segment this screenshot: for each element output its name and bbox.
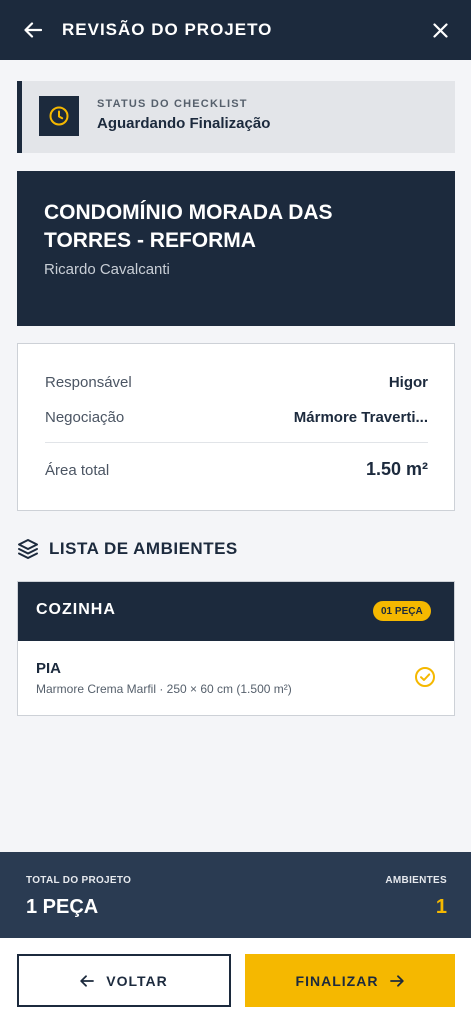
project-summary-bar: TOTAL DO PROJETO 1 PEÇA AMBIENTES 1 xyxy=(0,852,471,938)
client-name: Ricardo Cavalcanti xyxy=(44,261,170,278)
responsavel-row: Responsável Higor xyxy=(45,374,428,391)
piece-count-badge: 01 PEÇA xyxy=(373,601,431,621)
page-title: REVISÃO DO PROJETO xyxy=(62,20,273,39)
total-label: TOTAL DO PROJETO xyxy=(26,875,132,886)
piece-description: Marmore Crema Marfil · 250 × 60 cm (1.50… xyxy=(36,682,292,696)
check-circle-icon xyxy=(415,667,435,687)
project-name: CONDOMÍNIO MORADA DAS TORRES - REFORMA xyxy=(44,201,333,252)
total-value: 1 PEÇA xyxy=(26,896,99,918)
finish-button[interactable]: FINALIZAR xyxy=(245,954,455,1007)
rooms-section-header: LISTA DE AMBIENTES xyxy=(17,538,238,560)
status-value: Aguardando Finalização xyxy=(97,115,271,132)
room-card[interactable]: COZINHA 01 PEÇA PIA Marmore Crema Marfil… xyxy=(17,581,455,716)
checklist-status-card: STATUS DO CHECKLIST Aguardando Finalizaç… xyxy=(17,81,455,153)
back-action-button[interactable]: VOLTAR xyxy=(17,954,231,1007)
negociacao-row: Negociação Mármore Traverti... xyxy=(45,409,428,426)
rooms-count-label: AMBIENTES xyxy=(385,875,447,886)
clock-icon xyxy=(39,96,79,136)
negociacao-label: Negociação xyxy=(45,409,125,426)
negociacao-value: Mármore Traverti... xyxy=(293,409,428,426)
action-footer: VOLTAR FINALIZAR xyxy=(0,938,471,1024)
room-header: COZINHA 01 PEÇA xyxy=(18,582,454,641)
project-details-card: Responsável Higor Negociação Mármore Tra… xyxy=(17,343,455,511)
layers-icon xyxy=(18,539,38,559)
close-button[interactable] xyxy=(428,17,452,43)
back-button[interactable] xyxy=(20,17,46,43)
piece-name: PIA xyxy=(36,660,62,677)
rooms-count-value: 1 xyxy=(435,896,447,918)
responsavel-label: Responsável xyxy=(45,374,132,391)
responsavel-value: Higor xyxy=(388,374,428,391)
arrow-right-icon xyxy=(390,974,405,987)
room-name: COZINHA xyxy=(36,601,116,618)
status-label: STATUS DO CHECKLIST xyxy=(97,98,248,110)
finish-label: FINALIZAR xyxy=(295,972,379,989)
project-card: CONDOMÍNIO MORADA DAS TORRES - REFORMA R… xyxy=(17,171,455,326)
area-value: 1.50 m² xyxy=(365,459,428,479)
arrow-left-icon xyxy=(24,22,42,38)
area-row: Área total 1.50 m² xyxy=(45,459,428,480)
arrow-left-icon xyxy=(80,974,95,987)
details-divider xyxy=(45,442,428,443)
section-title: LISTA DE AMBIENTES xyxy=(49,539,238,558)
back-action-label: VOLTAR xyxy=(106,972,168,989)
area-label: Área total xyxy=(45,462,110,479)
close-icon xyxy=(432,22,448,38)
top-app-bar: REVISÃO DO PROJETO xyxy=(0,0,471,60)
